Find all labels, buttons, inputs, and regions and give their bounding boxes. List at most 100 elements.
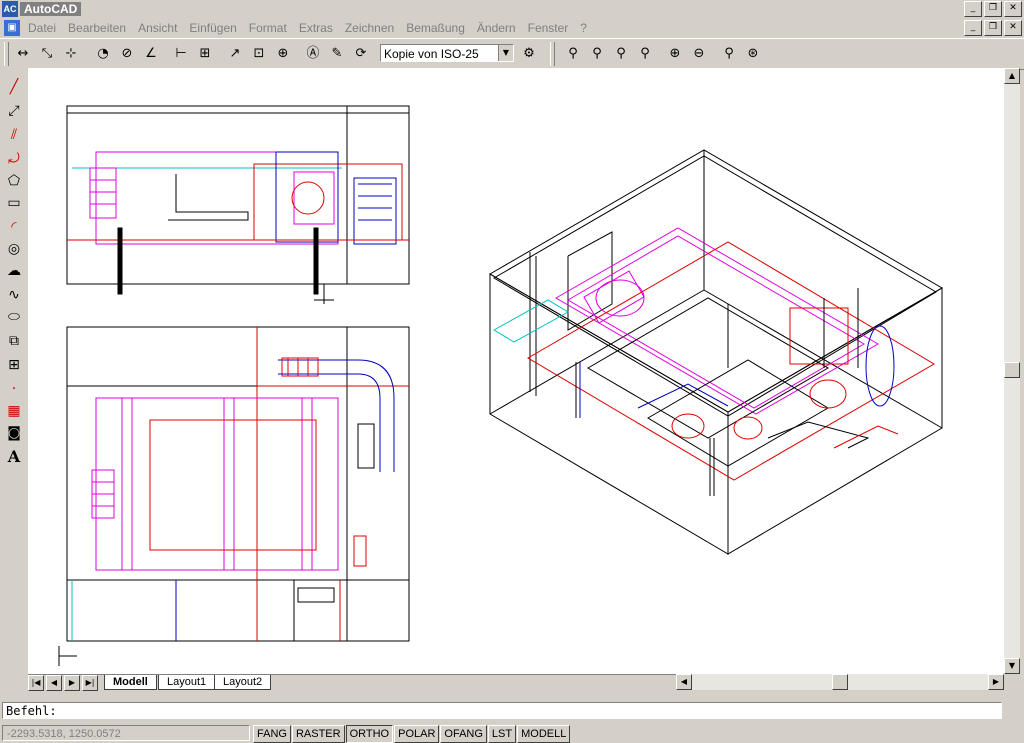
command-prompt: Befehl: [6, 704, 57, 718]
command-input[interactable]: Befehl: [2, 702, 1002, 719]
dimension-style-select[interactable]: Kopie von ISO-25 ▼ [380, 44, 514, 62]
ellipse-icon[interactable]: ⬭ [3, 306, 25, 328]
menu-zeichnen[interactable]: Zeichnen [339, 21, 400, 35]
drawing-canvas[interactable] [28, 68, 1004, 674]
spline-icon[interactable]: ∿ [3, 284, 25, 306]
tab-layout2[interactable]: Layout2 [214, 675, 272, 690]
baseline-dimension-icon[interactable]: ⊢ [170, 43, 192, 65]
zoom-toolbar-grip[interactable] [550, 42, 555, 66]
tab-layout1[interactable]: Layout1 [158, 675, 216, 690]
point-icon[interactable]: · [3, 378, 25, 400]
minimize-button[interactable]: _ [964, 1, 982, 17]
arc-icon[interactable]: ◜ [3, 216, 25, 238]
make-block-icon[interactable]: ⊞ [3, 354, 25, 376]
hatch-icon[interactable]: ▦ [3, 400, 25, 422]
scroll-right-button[interactable]: ▶ [988, 674, 1004, 690]
linear-dimension-icon[interactable]: ↔ [12, 43, 34, 65]
diameter-dimension-icon[interactable]: ⊘ [116, 43, 138, 65]
dimension-style-icon[interactable]: ⚙ [518, 43, 540, 65]
coordinate-display[interactable]: -2293.5318, 1250.0572 [2, 725, 250, 741]
top-view [66, 105, 410, 304]
menu-bearbeiten[interactable]: Bearbeiten [62, 21, 132, 35]
circle-icon[interactable]: ◎ [3, 238, 25, 260]
center-mark-icon[interactable]: ⊕ [272, 43, 294, 65]
menu-bemassung[interactable]: Bemaßung [400, 21, 471, 35]
radius-dimension-icon[interactable]: ◔ [92, 43, 114, 65]
window-title: AutoCAD [20, 2, 82, 16]
doc-restore-button[interactable]: ❐ [984, 20, 1002, 36]
menu-help[interactable]: ? [574, 21, 593, 35]
zoom-scale-icon[interactable]: ⚲ [610, 43, 632, 65]
menu-extras[interactable]: Extras [293, 21, 339, 35]
tab-first-button[interactable]: |◀ [28, 675, 44, 691]
model-toggle[interactable]: MODELL [517, 725, 571, 743]
snap-toggle[interactable]: FANG [253, 725, 291, 743]
zoom-center-icon[interactable]: ⚲ [634, 43, 656, 65]
dimension-style-value: Kopie von ISO-25 [384, 47, 479, 61]
region-icon[interactable]: ◙ [3, 422, 25, 444]
multiline-icon[interactable]: ⫽ [3, 124, 25, 146]
ortho-toggle[interactable]: ORTHO [345, 725, 394, 743]
autocad-app-icon[interactable]: AC [2, 1, 18, 17]
menu-einfuegen[interactable]: Einfügen [183, 21, 242, 35]
multiline-text-icon[interactable]: A [3, 446, 25, 468]
dimension-edit-icon[interactable]: Ⓐ [302, 43, 324, 65]
polar-toggle[interactable]: POLAR [394, 725, 440, 743]
vertical-scrollbar[interactable]: ▲ ▼ [1004, 68, 1020, 674]
title-bar: AC AutoCAD _ ❐ ✕ [0, 0, 1024, 18]
tab-prev-button[interactable]: ◀ [46, 675, 62, 691]
xline-icon[interactable]: ⤢ [3, 100, 25, 122]
drawing-icon[interactable]: ▣ [4, 20, 20, 36]
lineweight-toggle[interactable]: LST [487, 725, 517, 743]
zoom-extents-icon[interactable]: ⊛ [742, 43, 764, 65]
draw-toolbar: ╱ ⤢ ⫽ ⤾ ⬠ ▭ ◜ ◎ ☁ ∿ ⬭ ⧉ ⊞ · ▦ ◙ A [0, 68, 28, 688]
insert-block-icon[interactable]: ⧉ [3, 330, 25, 352]
tab-next-button[interactable]: ▶ [64, 675, 80, 691]
menu-ansicht[interactable]: Ansicht [132, 21, 183, 35]
horizontal-scrollbar[interactable]: ◀ ▶ [676, 674, 1004, 690]
continue-dimension-icon[interactable]: ⊞ [194, 43, 216, 65]
scroll-left-button[interactable]: ◀ [676, 674, 692, 690]
tolerance-icon[interactable]: ⊡ [248, 43, 270, 65]
polygon-icon[interactable]: ⬠ [3, 170, 25, 192]
command-line: Befehl: [0, 700, 1024, 722]
revcloud-icon[interactable]: ☁ [3, 260, 25, 282]
menu-bar: ▣ Datei Bearbeiten Ansicht Einfügen Form… [0, 18, 1024, 38]
menu-format[interactable]: Format [243, 21, 293, 35]
line-icon[interactable]: ╱ [3, 76, 25, 98]
doc-close-button[interactable]: ✕ [1004, 20, 1022, 36]
zoom-out-icon[interactable]: ⊖ [688, 43, 710, 65]
zoom-dynamic-icon[interactable]: ⚲ [586, 43, 608, 65]
polyline-icon[interactable]: ⤾ [3, 148, 25, 170]
plan-view [58, 326, 410, 666]
angular-dimension-icon[interactable]: ∠ [140, 43, 162, 65]
dimension-text-edit-icon[interactable]: ✎ [326, 43, 348, 65]
tab-modell[interactable]: Modell [104, 675, 157, 690]
ordinate-dimension-icon[interactable]: ⊹ [60, 43, 82, 65]
drawing-viewport[interactable] [28, 68, 1004, 674]
menu-aendern[interactable]: Ändern [471, 21, 522, 35]
zoom-all-icon[interactable]: ⚲ [718, 43, 740, 65]
horizontal-scroll-thumb[interactable] [832, 674, 848, 690]
osnap-toggle[interactable]: OFANG [440, 725, 487, 743]
doc-minimize-button[interactable]: _ [964, 20, 982, 36]
zoom-window-icon[interactable]: ⚲ [562, 43, 584, 65]
menu-fenster[interactable]: Fenster [522, 21, 575, 35]
dimension-update-icon[interactable]: ⟳ [350, 43, 372, 65]
leader-icon[interactable]: ↗ [224, 43, 246, 65]
aligned-dimension-icon[interactable]: ⤡ [36, 43, 58, 65]
status-bar: -2293.5318, 1250.0572 FANG RASTER ORTHO … [0, 724, 1024, 743]
restore-button[interactable]: ❐ [984, 1, 1002, 17]
menu-datei[interactable]: Datei [22, 21, 62, 35]
grid-toggle[interactable]: RASTER [291, 725, 345, 743]
scroll-down-button[interactable]: ▼ [1004, 658, 1020, 674]
close-button[interactable]: ✕ [1004, 1, 1022, 17]
chevron-down-icon[interactable]: ▼ [498, 45, 513, 61]
isometric-view [489, 149, 943, 555]
toolbar-grip[interactable] [4, 42, 9, 66]
vertical-scroll-thumb[interactable] [1004, 362, 1020, 378]
tab-last-button[interactable]: ▶| [82, 675, 98, 691]
scroll-up-button[interactable]: ▲ [1004, 68, 1020, 84]
rectangle-icon[interactable]: ▭ [3, 192, 25, 214]
zoom-in-icon[interactable]: ⊕ [664, 43, 686, 65]
